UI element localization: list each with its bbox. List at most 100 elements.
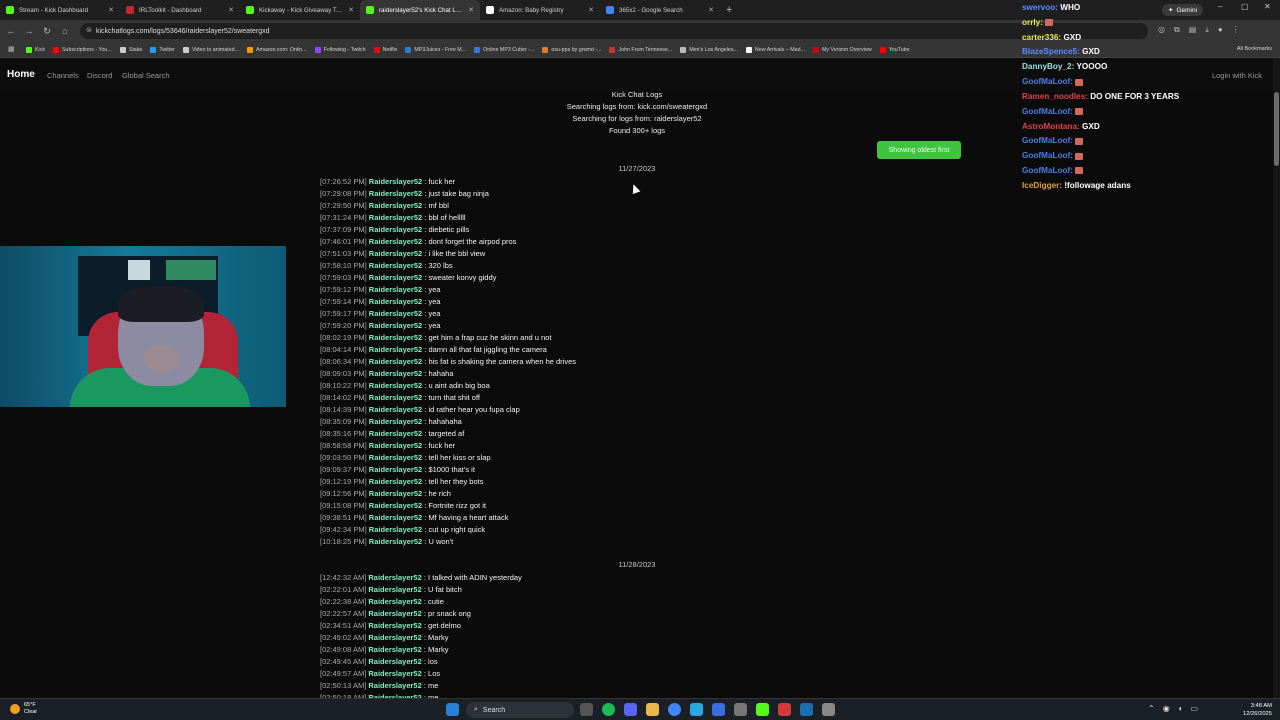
task-view-icon[interactable] (580, 703, 593, 716)
reload-icon[interactable]: ↻ (38, 26, 56, 37)
bookmark-item[interactable]: New Arrivals – Mad... (745, 46, 805, 53)
username-link[interactable]: Raiderslayer52 (368, 669, 421, 678)
bookmark-item[interactable]: MP3Juices - Free M... (405, 46, 466, 53)
username-link[interactable]: Raiderslayer52 (368, 609, 421, 618)
bookmark-item[interactable]: Netflix (373, 46, 397, 53)
sort-order-button[interactable]: Showing oldest first (877, 141, 961, 159)
profile-icon[interactable]: ● (1218, 25, 1223, 35)
username-link[interactable]: Raiderslayer52 (369, 333, 422, 342)
username-link[interactable]: Raiderslayer52 (369, 309, 422, 318)
forward-icon[interactable]: → (20, 26, 38, 36)
tab-close-icon[interactable]: ✕ (708, 6, 714, 14)
chevron-up-icon[interactable]: ⌃ (1148, 704, 1155, 713)
back-icon[interactable]: ← (2, 26, 20, 36)
volume-icon[interactable]: ◖ (1178, 704, 1183, 713)
username-link[interactable]: Raiderslayer52 (369, 357, 422, 366)
download-icon[interactable]: ⤓ (1205, 25, 1209, 35)
chrome-icon[interactable] (668, 703, 681, 716)
all-bookmarks-link[interactable]: All Bookmarks (1237, 46, 1272, 52)
browser-tab[interactable]: IRLToolkit - Dashboard ✕ (120, 0, 240, 20)
taskbar-clock[interactable]: 3:48 AM 12/26/2025 (1243, 702, 1272, 718)
browser-tab[interactable]: Amazon: Baby Registry ✕ (480, 0, 600, 20)
username-link[interactable]: Raiderslayer52 (368, 645, 421, 654)
username-link[interactable]: Raiderslayer52 (368, 633, 421, 642)
username-link[interactable]: Raiderslayer52 (369, 369, 422, 378)
tab-close-icon[interactable]: ✕ (228, 6, 234, 14)
new-tab-button[interactable]: + (720, 4, 738, 16)
username-link[interactable]: Raiderslayer52 (369, 189, 422, 198)
tab-close-icon[interactable]: ✕ (468, 6, 474, 14)
app-icon-4[interactable] (778, 703, 791, 716)
tab-close-icon[interactable]: ✕ (588, 6, 594, 14)
username-link[interactable]: Raiderslayer52 (369, 525, 422, 534)
app-icon-1[interactable] (690, 703, 703, 716)
username-link[interactable]: Raiderslayer52 (369, 345, 422, 354)
bookmark-item[interactable]: osu-pps by grumd -... (542, 46, 601, 53)
username-link[interactable]: Raiderslayer52 (369, 177, 422, 186)
weather-widget[interactable]: 65°F Clear (10, 702, 37, 716)
bookmark-item[interactable]: Stake (119, 46, 142, 53)
scrollbar-thumb[interactable] (1274, 92, 1279, 166)
home-link[interactable]: Home (7, 69, 35, 80)
username-link[interactable]: Raiderslayer52 (369, 537, 422, 546)
app-icon-3[interactable] (734, 703, 747, 716)
channels-link[interactable]: Channels (47, 71, 79, 80)
discord-icon[interactable] (624, 703, 637, 716)
gemini-button[interactable]: ✦ Gemini (1162, 4, 1204, 16)
username-link[interactable]: Raiderslayer52 (369, 273, 422, 282)
username-link[interactable]: Raiderslayer52 (368, 681, 421, 690)
username-link[interactable]: Raiderslayer52 (368, 621, 421, 630)
username-link[interactable]: Raiderslayer52 (369, 513, 422, 522)
battery-icon[interactable]: ▭ (1191, 704, 1199, 713)
apps-icon[interactable]: ▦ (8, 45, 15, 53)
username-link[interactable]: Raiderslayer52 (368, 585, 421, 594)
username-link[interactable]: Raiderslayer52 (369, 393, 422, 402)
username-link[interactable]: Raiderslayer52 (369, 297, 422, 306)
taskbar-search[interactable]: ⌕ Search (466, 702, 574, 718)
bookmark-item[interactable]: Men's Los Angeles... (680, 46, 738, 53)
sidepanel-icon[interactable]: ▤ (1189, 25, 1197, 35)
username-link[interactable]: Raiderslayer52 (368, 597, 421, 606)
home-icon[interactable]: ⌂ (56, 26, 74, 36)
global-search-link[interactable]: Global Search (122, 71, 170, 80)
username-link[interactable]: Raiderslayer52 (369, 417, 422, 426)
address-bar[interactable]: ⊜ kickchatlogs.com/logs/53646/raiderslay… (80, 23, 1148, 39)
username-link[interactable]: Raiderslayer52 (369, 489, 422, 498)
bookmark-item[interactable]: YouTube (879, 46, 910, 53)
browser-tab[interactable]: 365x2 - Google Search ✕ (600, 0, 720, 20)
username-link[interactable]: Raiderslayer52 (368, 657, 421, 666)
bookmark-item[interactable]: John From Tennesse... (609, 46, 672, 53)
username-link[interactable]: Raiderslayer52 (368, 573, 421, 582)
username-link[interactable]: Raiderslayer52 (369, 453, 422, 462)
maximize-icon[interactable]: ▢ (1241, 2, 1249, 11)
username-link[interactable]: Raiderslayer52 (369, 261, 422, 270)
browser-tab[interactable]: Kickaway - Kick Giveaway Tool ✕ (240, 0, 360, 20)
username-link[interactable]: Raiderslayer52 (369, 213, 422, 222)
username-link[interactable]: Raiderslayer52 (369, 429, 422, 438)
username-link[interactable]: Raiderslayer52 (369, 501, 422, 510)
app-icon-2[interactable] (712, 703, 725, 716)
bookmark-item[interactable]: Twitter (150, 46, 175, 53)
username-link[interactable]: Raiderslayer52 (369, 249, 422, 258)
username-link[interactable]: Raiderslayer52 (369, 201, 422, 210)
spotify-icon[interactable] (602, 703, 615, 716)
bookmark-item[interactable]: Subscriptions - You... (53, 46, 112, 53)
username-link[interactable]: Raiderslayer52 (369, 405, 422, 414)
tab-close-icon[interactable]: ✕ (108, 6, 114, 14)
browser-tab[interactable]: raiderslayer52's Kick Chat Logs ✕ (360, 0, 480, 20)
kick-app-icon[interactable] (756, 703, 769, 716)
extensions-icon[interactable]: ⧉ (1174, 25, 1180, 35)
username-link[interactable]: Raiderslayer52 (369, 477, 422, 486)
username-link[interactable]: Raiderslayer52 (369, 285, 422, 294)
bookmark-item[interactable]: Video to animated... (182, 46, 239, 53)
site-info-icon[interactable]: ⊜ (86, 26, 92, 34)
bookmark-item[interactable]: Following - Twitch (314, 46, 366, 53)
network-icon[interactable]: ◉ (1163, 704, 1170, 713)
file-explorer-icon[interactable] (646, 703, 659, 716)
username-link[interactable]: Raiderslayer52 (369, 381, 422, 390)
lens-icon[interactable]: ◎ (1158, 25, 1165, 35)
tab-close-icon[interactable]: ✕ (348, 6, 354, 14)
username-link[interactable]: Raiderslayer52 (369, 225, 422, 234)
settings-icon[interactable] (822, 703, 835, 716)
discord-link[interactable]: Discord (87, 71, 112, 80)
